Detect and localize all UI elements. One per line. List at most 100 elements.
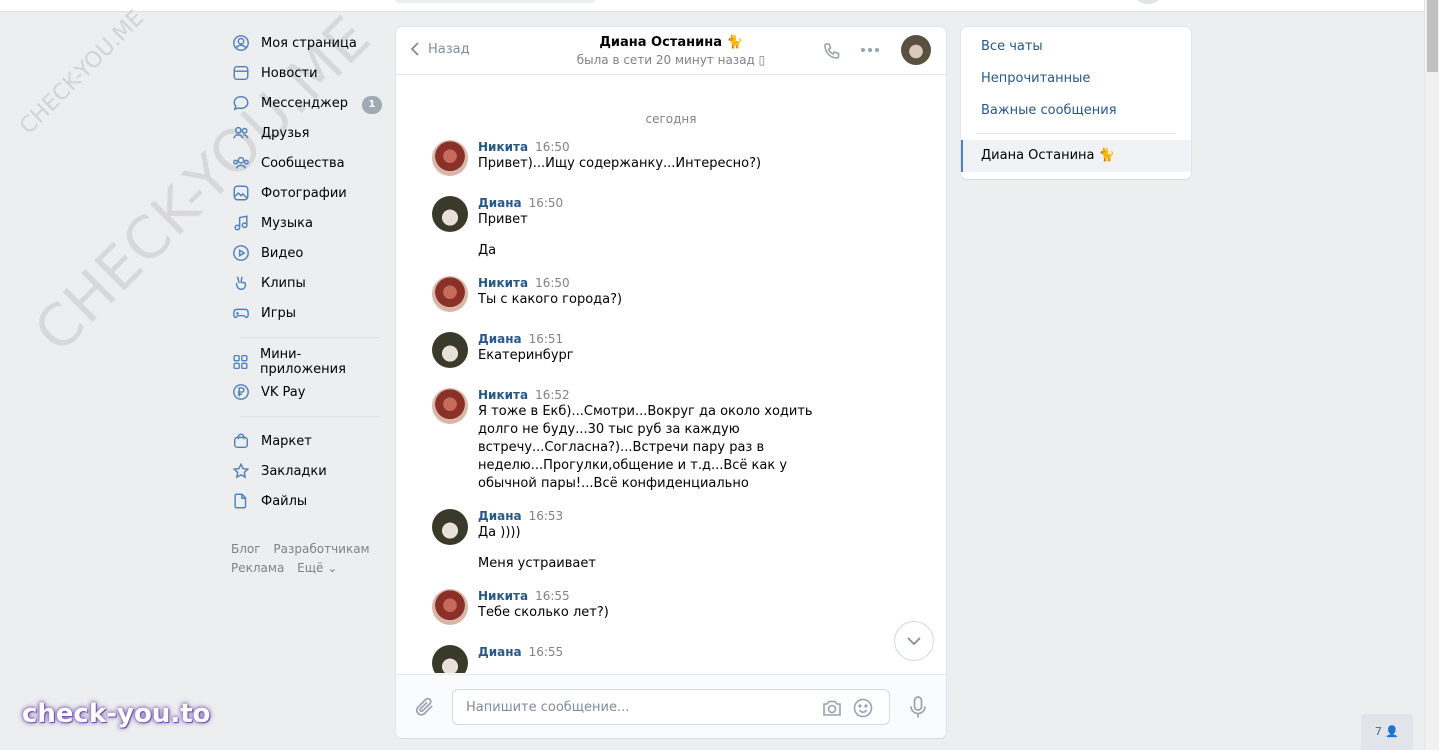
message-time: 16:50 [535, 140, 570, 154]
message-group: Никита 16:50 Привет)...Ищу содержанку...И… [396, 140, 946, 180]
message-history[interactable]: сегодня Никита 16:50 Привет)...Ищу содерж… [396, 76, 946, 673]
gamepad-icon [233, 308, 249, 319]
author-avatar[interactable] [432, 589, 468, 625]
nav-label: Видео [261, 245, 304, 261]
shopping-bag-icon [233, 433, 249, 449]
nav-label: Игры [261, 305, 297, 321]
nav-label: Фотографии [261, 185, 347, 201]
nav-label: Новости [261, 65, 318, 81]
author-avatar[interactable] [432, 332, 468, 368]
message-text: Привет)...Ищу содержанку...Интересно?) [478, 156, 762, 171]
star-icon [232, 462, 250, 479]
author-name[interactable]: Диана [478, 332, 522, 346]
more-options-icon[interactable] [860, 47, 880, 53]
date-separator: сегодня [645, 112, 697, 126]
nav-item-files[interactable]: Файлы [230, 486, 380, 516]
message-text: Да [478, 243, 497, 258]
message-time: 16:52 [535, 388, 570, 402]
online-friends-counter[interactable]: 7 👤 [1361, 714, 1413, 750]
chat-panel: Назад Диана Останина 🐈 была в сети 20 ми… [396, 27, 946, 738]
nav-label: Закладки [261, 463, 327, 479]
author-avatar[interactable] [432, 140, 468, 176]
nav-item-photos[interactable]: Фотографии [230, 178, 380, 208]
message-input-box[interactable] [452, 689, 890, 725]
author-avatar[interactable] [432, 276, 468, 312]
peer-status: была в сети 20 минут назад ▯ [576, 53, 766, 67]
author-avatar[interactable] [432, 388, 468, 424]
nav-item-messenger[interactable]: Мессенджер 1 [230, 88, 382, 118]
nav-label: VK Pay [261, 384, 306, 400]
brand-watermark: check-you.to [22, 699, 211, 729]
message-time: 16:55 [535, 589, 570, 603]
nav-item-clips[interactable]: Клипы [230, 268, 380, 298]
peer-avatar[interactable] [901, 35, 931, 65]
phone-call-icon[interactable] [822, 41, 842, 61]
active-chat-item[interactable]: Диана Останина 🐈 [961, 140, 1191, 172]
footer-link-more[interactable]: Ещё ⌄ [297, 561, 337, 575]
author-name[interactable]: Никита [478, 589, 528, 603]
watermark-small: CHECK-YOU.ME [15, 5, 149, 140]
author-name[interactable]: Диана [478, 509, 522, 523]
message-time: 16:50 [535, 276, 570, 290]
nav-label: Друзья [261, 125, 310, 141]
emoji-icon[interactable] [853, 698, 873, 718]
nav-item-games[interactable]: Игры [230, 298, 380, 328]
nav-item-news[interactable]: Новости [230, 58, 380, 88]
left-navigation: Моя страница Новости Мессенджер 1 Друзья… [230, 28, 382, 578]
message-time: 16:51 [528, 332, 564, 346]
nav-item-communities[interactable]: Сообщества [230, 148, 380, 178]
scroll-to-bottom-button[interactable] [894, 621, 934, 661]
play-circle-icon [233, 245, 249, 261]
nav-item-my-page[interactable]: Моя страница [230, 28, 380, 58]
message-input[interactable] [453, 690, 793, 724]
microphone-icon[interactable] [908, 695, 928, 721]
header-avatar[interactable] [1136, 0, 1160, 4]
message-text: Да )))) [478, 525, 521, 540]
message-group: Диана 16:51 Екатеринбург [396, 332, 946, 372]
author-avatar[interactable] [432, 645, 468, 673]
filter-unread[interactable]: Непрочитанные [961, 63, 1191, 95]
friends-icon [233, 126, 249, 139]
nav-item-video[interactable]: Видео [230, 238, 380, 268]
paperclip-icon[interactable] [414, 695, 436, 719]
nav-item-vk-pay[interactable]: VK Pay [230, 377, 380, 407]
author-avatar[interactable] [432, 509, 468, 545]
communities-icon [233, 156, 249, 169]
message-text: Тебе сколько лет?) [478, 605, 609, 620]
footer-link-ads[interactable]: Реклама [231, 561, 284, 575]
message-time: 16:50 [528, 196, 564, 210]
message-text: Я тоже в Екб)...Смотри...Вокруг да около… [478, 404, 813, 491]
footer-link-developers[interactable]: Разработчикам [273, 542, 369, 556]
author-name[interactable]: Никита [478, 388, 528, 402]
author-name[interactable]: Никита [478, 276, 528, 290]
header-search-field[interactable] [395, 0, 595, 3]
apps-grid-icon [233, 354, 248, 370]
nav-footer-links: Блог Разработчикам Реклама Ещё ⌄ [230, 540, 380, 578]
author-name[interactable]: Диана [478, 645, 522, 659]
clips-icon [235, 276, 247, 291]
camera-icon[interactable] [821, 698, 843, 718]
filter-important[interactable]: Важные сообщения [961, 95, 1191, 127]
music-note-icon [234, 215, 248, 231]
message-composer [396, 674, 946, 738]
chat-filters-panel: Все чаты Непрочитанные Важные сообщения … [961, 27, 1191, 179]
message-group: Диана 16:55 [396, 645, 946, 673]
nav-item-friends[interactable]: Друзья [230, 118, 380, 148]
message-time: 16:53 [528, 509, 564, 523]
author-avatar[interactable] [432, 196, 468, 232]
page-scrollbar[interactable] [1424, 0, 1439, 750]
messenger-unread-badge: 1 [362, 96, 382, 114]
nav-item-market[interactable]: Маркет [230, 426, 380, 456]
nav-item-music[interactable]: Музыка [230, 208, 380, 238]
footer-link-blog[interactable]: Блог [231, 542, 261, 556]
scrollbar-thumb[interactable] [1427, 0, 1438, 72]
author-name[interactable]: Никита [478, 140, 528, 154]
nav-item-mini-apps[interactable]: Мини-приложения [230, 347, 380, 377]
message-text: Привет [478, 212, 528, 227]
nav-item-bookmarks[interactable]: Закладки [230, 456, 380, 486]
message-text: Меня устраивает [478, 556, 596, 571]
author-name[interactable]: Диана [478, 196, 522, 210]
filter-all-chats[interactable]: Все чаты [961, 31, 1191, 63]
message-group: Диана 16:53 Да )))) Меня устраивает [396, 509, 946, 573]
chevron-down-icon [907, 637, 921, 646]
